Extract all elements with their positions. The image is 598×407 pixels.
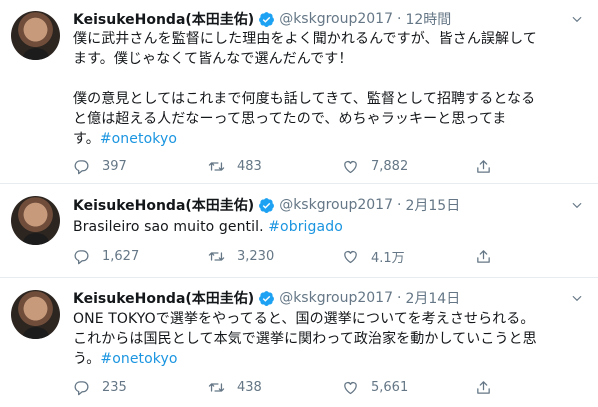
reply-button[interactable]: 235 <box>73 378 127 396</box>
tweet-text: ONE TOKYOで選挙をやってると、国の選挙についてを考えさせられる。 これか… <box>73 309 583 369</box>
hashtag-link[interactable]: #onetokyo <box>100 131 177 147</box>
retweet-count: 483 <box>237 158 262 174</box>
retweet-count: 3,230 <box>237 248 275 264</box>
reply-icon <box>73 248 90 265</box>
like-icon <box>342 248 359 265</box>
retweet-button[interactable]: 483 <box>208 157 262 175</box>
hashtag-link[interactable]: #onetokyo <box>100 351 177 367</box>
tweet[interactable]: KeisukeHonda(本田圭佑) @kskgroup2017 · 2月14日… <box>0 278 598 407</box>
chevron-down-icon[interactable] <box>570 12 584 26</box>
tweet-text-fragment: う。 <box>73 351 101 367</box>
avatar[interactable] <box>11 196 60 245</box>
timestamp[interactable]: 2月14日 <box>405 288 460 308</box>
tweet-text: Brasileiro sao muito gentil. #obrigado <box>73 217 583 237</box>
tweet-header: KeisukeHonda(本田圭佑) @kskgroup2017 · 2月14日 <box>73 288 460 308</box>
tweet-actions: 235 438 5,661 <box>73 378 583 396</box>
share-button[interactable] <box>475 378 504 396</box>
retweet-icon <box>208 158 225 175</box>
hashtag-link[interactable]: #obrigado <box>268 219 343 235</box>
like-count: 7,882 <box>371 158 409 174</box>
verified-badge-icon <box>258 197 275 214</box>
user-handle[interactable]: @kskgroup2017 <box>279 290 393 306</box>
like-count: 5,661 <box>371 379 409 395</box>
tweet-text-line: う。#onetokyo <box>73 349 583 369</box>
like-button[interactable]: 5,661 <box>342 378 408 396</box>
reply-count: 1,627 <box>102 248 140 264</box>
chevron-down-icon[interactable] <box>570 198 584 212</box>
display-name[interactable]: KeisukeHonda(本田圭佑) <box>73 288 254 308</box>
like-icon <box>342 158 359 175</box>
display-name[interactable]: KeisukeHonda(本田圭佑) <box>73 195 254 215</box>
share-icon <box>475 248 492 265</box>
tweet-header: KeisukeHonda(本田圭佑) @kskgroup2017 · 2月15日 <box>73 195 460 215</box>
timestamp[interactable]: 2月15日 <box>405 195 460 215</box>
tweet-actions: 397 483 7,882 <box>73 157 583 175</box>
retweet-button[interactable]: 3,230 <box>208 247 274 265</box>
display-name[interactable]: KeisukeHonda(本田圭佑) <box>73 9 254 29</box>
retweet-icon <box>208 379 225 396</box>
reply-count: 235 <box>102 379 127 395</box>
separator-dot: · <box>397 290 402 306</box>
tweet-text-fragment: す。 <box>73 131 100 147</box>
tweet-text-line: と億は超える人だなーって思ってたので、めちゃラッキーと思ってま <box>73 111 507 127</box>
reply-icon <box>73 158 90 175</box>
user-handle[interactable]: @kskgroup2017 <box>279 11 393 27</box>
retweet-count: 438 <box>237 379 262 395</box>
tweet-text-line: 僕に武井さんを監督にした理由をよく聞かれるんですが、皆さん誤解して <box>73 31 537 47</box>
tweet-actions: 1,627 3,230 4.1万 <box>73 247 583 266</box>
reply-button[interactable]: 397 <box>73 157 127 175</box>
reply-button[interactable]: 1,627 <box>73 247 139 265</box>
avatar[interactable] <box>11 290 60 339</box>
tweet[interactable]: KeisukeHonda(本田圭佑) @kskgroup2017 · 12時間 … <box>0 0 598 183</box>
reply-icon <box>73 379 90 396</box>
tweet-text: 僕に武井さんを監督にした理由をよく聞かれるんですが、皆さん誤解して ます。僕じゃ… <box>73 29 583 149</box>
like-count: 4.1万 <box>371 250 405 266</box>
retweet-icon <box>208 248 225 265</box>
share-icon <box>475 379 492 396</box>
tweet[interactable]: KeisukeHonda(本田圭佑) @kskgroup2017 · 2月15日… <box>0 184 598 277</box>
tweet-text-fragment: Brasileiro sao muito gentil. <box>73 219 269 235</box>
user-handle[interactable]: @kskgroup2017 <box>279 197 393 213</box>
share-button[interactable] <box>475 157 504 175</box>
tweet-text-line: これからは国民として本気で選挙に関わって政治家を動かしていこうと思 <box>73 331 537 347</box>
tweet-text-line: す。#onetokyo <box>73 129 583 149</box>
tweet-header: KeisukeHonda(本田圭佑) @kskgroup2017 · 12時間 <box>73 9 451 29</box>
tweet-text-line: ONE TOKYOで選挙をやってると、国の選挙についてを考えさせられる。 <box>73 311 535 327</box>
verified-badge-icon <box>258 290 275 307</box>
retweet-button[interactable]: 438 <box>208 378 262 396</box>
like-button[interactable]: 4.1万 <box>342 247 405 266</box>
verified-badge-icon <box>258 11 275 28</box>
separator-dot: · <box>397 197 402 213</box>
share-icon <box>475 158 492 175</box>
avatar[interactable] <box>11 11 60 60</box>
reply-count: 397 <box>102 158 127 174</box>
timestamp[interactable]: 12時間 <box>405 9 451 29</box>
like-icon <box>342 379 359 396</box>
separator-dot: · <box>397 11 402 27</box>
tweet-text-line: Brasileiro sao muito gentil. #obrigado <box>73 217 583 237</box>
tweet-text-line: ます。僕じゃなくて皆んなで選んだんです！ <box>73 51 353 67</box>
tweet-text-line: 僕の意見としてはこれまで何度も話してきて、監督として招聘するとなる <box>73 91 536 107</box>
like-button[interactable]: 7,882 <box>342 157 408 175</box>
share-button[interactable] <box>475 247 504 265</box>
chevron-down-icon[interactable] <box>570 291 584 305</box>
